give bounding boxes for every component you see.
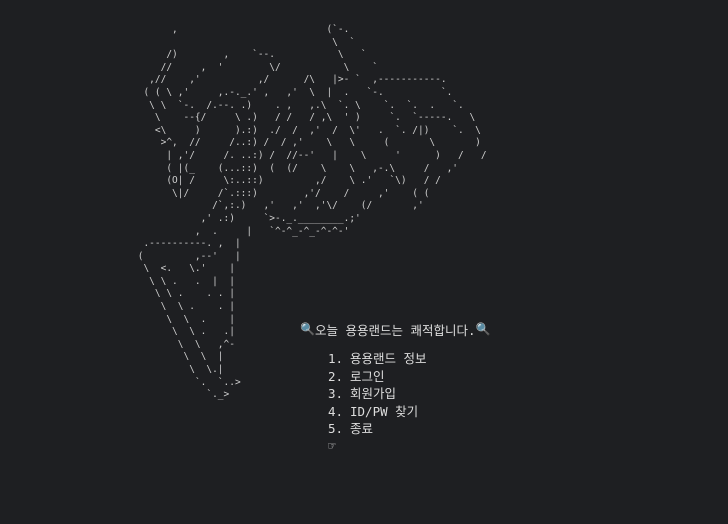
pointing-hand-icon: ☞ [328,438,336,454]
menu-item-login[interactable]: 2. 로그인 [328,368,490,386]
input-prompt[interactable]: ☞ [328,438,490,456]
menu-options: 1. 용용랜드 정보 2. 로그인 3. 회원가입 4. ID/PW 찾기 5.… [300,350,490,456]
menu-item-label: 회원가입 [350,386,397,401]
menu-item-number: 3. [328,386,344,401]
magnifier-icon-left: 🔍 [300,322,315,336]
menu-item-label: 용용랜드 정보 [350,351,427,366]
menu-item-find-account[interactable]: 4. ID/PW 찾기 [328,403,490,421]
terminal-window: , (`-. \ ` /) , `--. \ ` // , ' \/ \ ` ,… [0,0,728,524]
menu-item-label: 종료 [350,421,374,436]
menu-item-info[interactable]: 1. 용용랜드 정보 [328,350,490,368]
menu-item-number: 5. [328,421,344,436]
greeting-text: 오늘 용용랜드는 쾌적합니다. [314,322,476,338]
menu-item-exit[interactable]: 5. 종료 [328,420,490,438]
menu-item-signup[interactable]: 3. 회원가입 [328,385,490,403]
magnifier-icon-right: 🔍 [475,322,491,336]
menu-item-label: 로그인 [350,368,385,384]
menu-item-label: ID/PW 찾기 [350,403,419,419]
menu-item-number: 1. [328,351,344,366]
greeting-line: 🔍 오늘 용용랜드는 쾌적합니다. 🔍 [300,320,490,338]
main-menu: 🔍 오늘 용용랜드는 쾌적합니다. 🔍 1. 용용랜드 정보 2. 로그인 3.… [300,320,490,456]
menu-item-number: 2. [328,368,344,384]
menu-item-number: 4. [328,403,344,419]
